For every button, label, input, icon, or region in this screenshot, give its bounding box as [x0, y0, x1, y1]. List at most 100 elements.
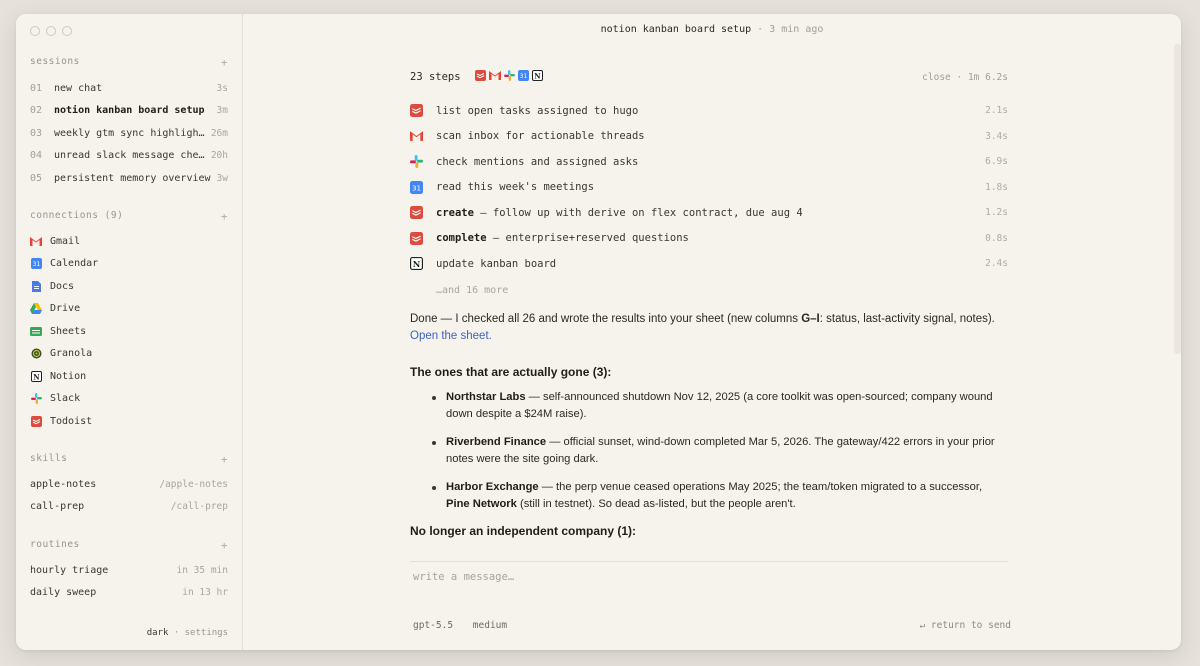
settings-link[interactable]: settings — [185, 628, 228, 638]
session-item[interactable]: 01 new chat 3s — [30, 77, 228, 100]
connection-label: Calendar — [50, 258, 99, 270]
company-note: — the perp venue ceased operations May 2… — [538, 480, 983, 493]
session-number: 04 — [30, 150, 43, 162]
step-action: create — [436, 206, 474, 219]
list-item: Riverbend Finance — official sunset, win… — [432, 434, 1008, 469]
step-duration: 1.2s — [985, 207, 1008, 219]
step-text: scan inbox for actionable threads — [436, 130, 645, 143]
steps-header: 23 steps 31 N close · 1m 6.2s — [410, 70, 1008, 84]
section-heading: No longer an independent company (1): — [410, 523, 637, 538]
session-label: new chat — [54, 82, 103, 94]
connection-drive[interactable]: Drive — [30, 298, 228, 321]
connection-docs[interactable]: Docs — [30, 275, 228, 298]
todoist-icon — [410, 231, 423, 245]
svg-text:31: 31 — [32, 261, 40, 268]
session-number: 01 — [30, 82, 43, 94]
step-row[interactable]: 31 read this week's meetings 1.8s — [410, 175, 1008, 201]
chat-main: notion kanban board setup · 3 min ago 23… — [243, 14, 1181, 650]
effort-selector[interactable]: medium — [473, 620, 507, 631]
docs-icon — [30, 280, 42, 292]
gmail-icon — [30, 235, 42, 247]
slack-icon — [410, 155, 423, 169]
session-item[interactable]: 04 unread slack message che… 20h — [30, 145, 228, 168]
routines-list: hourly triage in 35 min daily sweep in 1… — [30, 559, 228, 604]
minimize-window-button[interactable] — [46, 26, 56, 36]
todoist-icon — [474, 70, 486, 84]
connection-label: Docs — [50, 280, 75, 292]
window-controls — [30, 26, 72, 36]
routine-label: daily sweep — [30, 587, 97, 599]
composer-toolbar: gpt-5.5 medium ↵ return to send — [413, 620, 1011, 631]
routine-item[interactable]: daily sweep in 13 hr — [30, 582, 228, 605]
session-age: 3w — [216, 172, 228, 184]
slack-icon — [30, 393, 42, 405]
drive-icon — [30, 303, 42, 315]
skill-item[interactable]: call-prep /call-prep — [30, 496, 228, 519]
session-age: 3m — [216, 105, 228, 117]
steps-total-time: · 1m 6.2s — [956, 71, 1008, 83]
step-row[interactable]: create — follow up with derive on flex c… — [410, 200, 1008, 226]
connection-label: Sheets — [50, 325, 87, 337]
close-steps-button[interactable]: close — [922, 72, 951, 83]
message-composer[interactable]: write a message… — [410, 561, 1008, 592]
skill-command: /call-prep — [170, 501, 228, 513]
routines-header: routines + — [30, 539, 228, 552]
connection-label: Gmail — [50, 235, 81, 247]
step-row[interactable]: N update kanban board 2.4s — [410, 251, 1008, 277]
connection-calendar[interactable]: 31 Calendar — [30, 253, 228, 276]
connection-todoist[interactable]: Todoist — [30, 410, 228, 433]
model-selector[interactable]: gpt-5.5 — [413, 620, 453, 631]
session-number: 03 — [30, 127, 43, 139]
skill-label: apple-notes — [30, 478, 97, 490]
company-note: (still in testnet). So dead as-listed, b… — [516, 498, 796, 510]
steps-count: 23 steps — [410, 71, 461, 83]
notion-icon: N — [410, 257, 423, 271]
close-window-button[interactable] — [30, 26, 40, 36]
chat-updated: · 3 min ago — [757, 24, 824, 35]
connection-notion[interactable]: N Notion — [30, 365, 228, 388]
message-input[interactable]: write a message… — [410, 562, 1008, 592]
routines-title: routines — [30, 539, 80, 550]
step-duration: 6.9s — [985, 156, 1008, 168]
chat-title: notion kanban board setup — [600, 24, 752, 35]
more-steps-link[interactable]: …and 16 more — [436, 277, 1008, 305]
session-age: 3s — [216, 82, 228, 94]
connections-title: connections (9) — [30, 210, 124, 221]
scrollbar[interactable] — [1174, 44, 1181, 354]
new-session-button[interactable]: + — [221, 56, 228, 69]
step-text: — follow up with derive on flex contract… — [473, 206, 803, 219]
company-name: Northstar Labs — [446, 390, 526, 403]
calendar-icon: 31 — [30, 258, 42, 270]
skill-item[interactable]: apple-notes /apple-notes — [30, 473, 228, 496]
send-hint: ↵ return to send — [919, 620, 1011, 631]
session-item[interactable]: 05 persistent memory overview 3w — [30, 167, 228, 190]
add-connection-button[interactable]: + — [221, 210, 228, 223]
skill-command: /apple-notes — [159, 478, 228, 490]
connection-granola[interactable]: Granola — [30, 343, 228, 366]
connection-sheets[interactable]: Sheets — [30, 320, 228, 343]
session-item-active[interactable]: 02 notion kanban board setup 3m — [30, 100, 228, 123]
step-row[interactable]: check mentions and assigned asks 6.9s — [410, 149, 1008, 175]
steps-list: list open tasks assigned to hugo 2.1s sc… — [410, 98, 1008, 305]
open-sheet-link[interactable]: Open the sheet. — [410, 330, 492, 342]
sidebar-footer: dark · settings — [147, 628, 228, 638]
connection-label: Granola — [50, 348, 93, 360]
add-routine-button[interactable]: + — [221, 539, 228, 552]
step-row[interactable]: list open tasks assigned to hugo 2.1s — [410, 98, 1008, 124]
response-text: : status, last-activity signal, notes). — [819, 312, 995, 325]
step-text: check mentions and assigned asks — [436, 155, 639, 168]
sessions-title: sessions — [30, 56, 80, 67]
connections-header: connections (9) + — [30, 210, 228, 223]
step-duration: 1.8s — [985, 181, 1008, 193]
session-item[interactable]: 03 weekly gtm sync highligh… 26m — [30, 122, 228, 145]
connection-slack[interactable]: Slack — [30, 388, 228, 411]
add-skill-button[interactable]: + — [221, 453, 228, 466]
step-row[interactable]: complete — enterprise+reserved questions… — [410, 226, 1008, 252]
successor-name: Pine Network — [446, 498, 517, 510]
connection-gmail[interactable]: Gmail — [30, 230, 228, 253]
routine-item[interactable]: hourly triage in 35 min — [30, 559, 228, 582]
zoom-window-button[interactable] — [62, 26, 72, 36]
list-item: Northstar Labs — self-announced shutdown… — [432, 389, 1008, 424]
theme-toggle[interactable]: dark — [147, 628, 169, 638]
step-row[interactable]: scan inbox for actionable threads 3.4s — [410, 124, 1008, 150]
